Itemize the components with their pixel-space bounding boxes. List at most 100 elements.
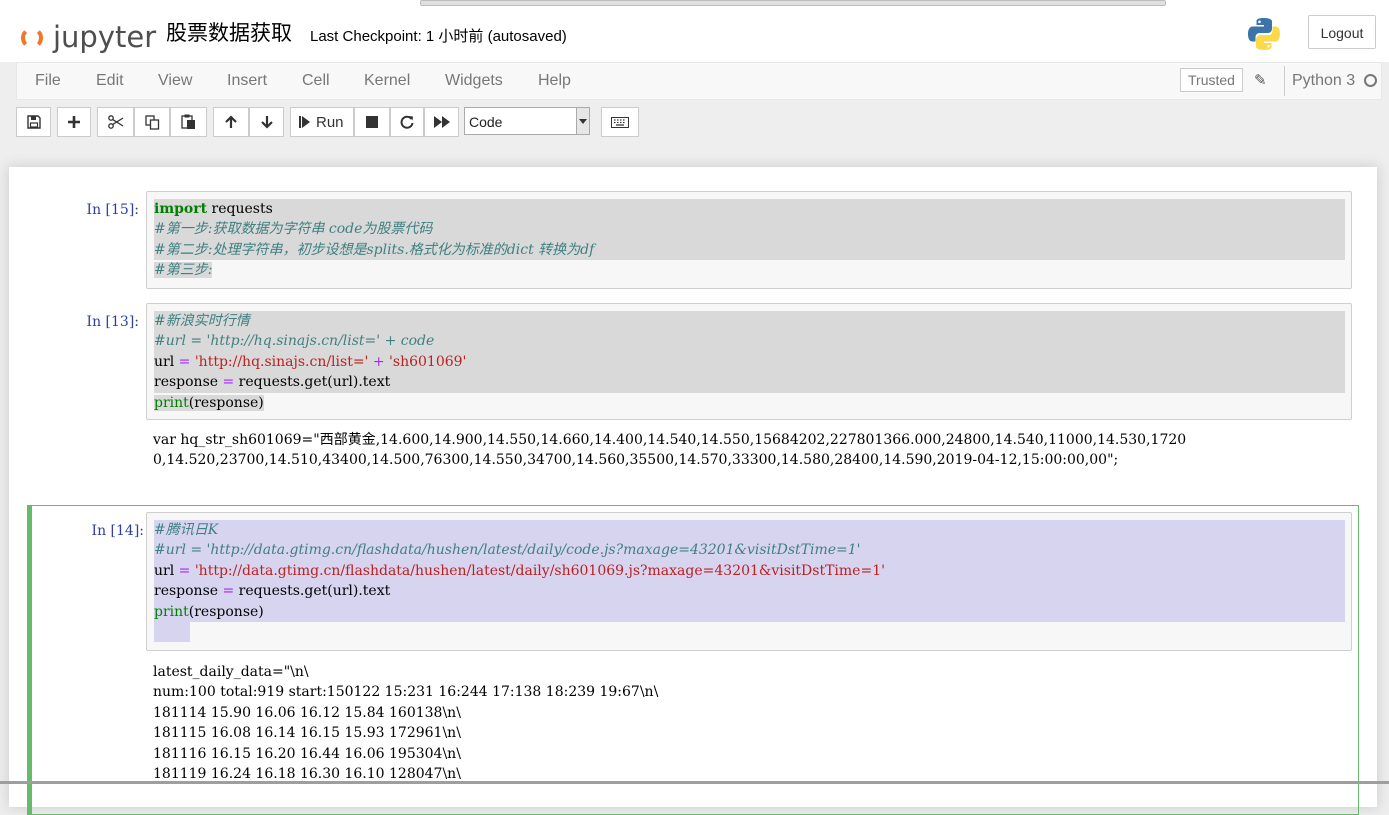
trusted-indicator[interactable]: Trusted (1180, 68, 1243, 92)
code-token: = (178, 562, 191, 579)
code-token: #url = 'http://data.gtimg.cn/flashdata/h… (154, 542, 861, 559)
code-line[interactable]: url = 'http://data.gtimg.cn/flashdata/hu… (154, 560, 1345, 582)
edit-mode-pencil-icon: ✎ (1254, 72, 1267, 89)
code-cell[interactable]: In [15]: import requests #第一步:获取数据为字符串 co… (27, 191, 1359, 289)
code-line-content: #第一步:获取数据为字符串 code为股票代码 (154, 219, 1345, 240)
code-line-content: print(response) (154, 601, 1345, 623)
move-cell-down-button[interactable] (249, 107, 284, 137)
restart-icon (400, 115, 414, 129)
code-token: url (154, 353, 179, 370)
code-line[interactable]: #新浪实时行情 (154, 311, 1345, 332)
code-line-content: #新浪实时行情 (154, 311, 1345, 332)
output-line: 0,14.520,23700,14.510,43400,14.500,76300… (153, 452, 1119, 469)
code-line-empty[interactable] (154, 622, 1345, 648)
code-token: 'sh601069' (389, 353, 467, 370)
code-token: #第二步:处理字符串，初步设想是splits.格式化为标准的dict 转换为df (154, 241, 595, 258)
logout-button[interactable]: Logout (1308, 15, 1376, 49)
code-token: print (154, 394, 189, 411)
code-token: (response) (188, 603, 264, 620)
move-cell-up-button[interactable] (213, 107, 249, 137)
cut-button[interactable] (97, 107, 134, 137)
code-line-content: #腾讯日K (154, 520, 1345, 541)
cell-code[interactable]: #腾讯日K #url = 'http://data.gtimg.cn/flashd… (154, 520, 1345, 648)
plus-icon (68, 116, 80, 128)
code-line-content: #url = 'http://hq.sinajs.cn/list=' + cod… (154, 331, 1345, 352)
code-line[interactable]: import requests (154, 199, 1345, 220)
code-line-content: #第三步: (154, 262, 213, 279)
toolbar: Run Code (0, 100, 1389, 144)
interrupt-kernel-button[interactable] (354, 107, 390, 137)
code-token: 'http://data.gtimg.cn/flashdata/hushen/l… (194, 562, 885, 579)
code-cell-selected[interactable]: In [14]: #腾讯日K #url = 'http://data.gtimg.… (27, 505, 1359, 815)
code-line[interactable]: #url = 'http://hq.sinajs.cn/list=' + cod… (154, 331, 1345, 352)
jupyter-logo[interactable]: jupyter (19, 20, 156, 60)
code-line-content: #url = 'http://data.gtimg.cn/flashdata/h… (154, 540, 1345, 561)
selected-empty-line (154, 622, 190, 643)
code-token: response (154, 374, 223, 391)
cell-input-area[interactable]: #腾讯日K #url = 'http://data.gtimg.cn/flashd… (146, 512, 1352, 651)
code-line[interactable]: url = 'http://hq.sinajs.cn/list=' + 'sh6… (154, 351, 1345, 373)
notebook-title[interactable]: 股票数据获取 (166, 17, 292, 47)
code-line-content: #第二步:处理字符串，初步设想是splits.格式化为标准的dict 转换为df (154, 239, 1345, 261)
copy-icon (144, 114, 159, 130)
cell-code[interactable]: import requests #第一步:获取数据为字符串 code为股票代码 #第… (154, 199, 1345, 281)
paste-button[interactable] (170, 107, 207, 137)
notebook-header: jupyter 股票数据获取 Last Checkpoint: 1 小时前 (a… (0, 10, 1389, 62)
cell-type-select[interactable]: Code (464, 107, 590, 135)
chevron-down-icon[interactable] (576, 108, 589, 134)
code-token: print (154, 603, 189, 620)
code-line[interactable]: response = requests.get(url).text (154, 372, 1345, 393)
insert-cell-button[interactable] (57, 107, 91, 137)
cell-input-area[interactable]: import requests #第一步:获取数据为字符串 code为股票代码 #第… (146, 191, 1352, 289)
command-palette-button[interactable] (601, 107, 639, 137)
notebook-container: In [15]: import requests #第一步:获取数据为字符串 co… (9, 167, 1377, 815)
checkpoint-status: Last Checkpoint: 1 小时前 (autosaved) (310, 28, 567, 45)
restart-run-all-button[interactable] (424, 107, 459, 137)
python-logo-icon (1248, 18, 1280, 50)
menu-file[interactable]: File (35, 72, 61, 90)
menu-cell[interactable]: Cell (302, 72, 330, 90)
jupyter-logo-icon (21, 27, 43, 49)
code-line-content: print(response) (154, 394, 264, 411)
paste-icon (181, 114, 195, 129)
run-button[interactable]: Run (290, 107, 354, 137)
code-token: url (154, 562, 179, 579)
code-line-content: response = requests.get(url).text (154, 372, 1345, 393)
arrow-down-icon (260, 116, 273, 129)
code-token: response (154, 583, 223, 600)
cell-type-value: Code (469, 114, 503, 130)
code-token: import (154, 201, 208, 217)
menu-kernel[interactable]: Kernel (364, 72, 410, 90)
code-token: #第三步: (154, 262, 213, 279)
fast-forward-icon (433, 116, 450, 128)
restart-kernel-button[interactable] (390, 107, 424, 137)
cell-input-area[interactable]: #新浪实时行情 #url = 'http://hq.sinajs.cn/list=… (146, 303, 1352, 420)
code-token: = (222, 374, 235, 391)
code-cell[interactable]: In [13]: #新浪实时行情 #url = 'http://hq.sinajs… (27, 303, 1359, 468)
code-line-content: url = 'http://hq.sinajs.cn/list=' + 'sh6… (154, 351, 1345, 373)
code-token: #第一步:获取数据为字符串 code为股票代码 (154, 221, 433, 238)
code-token: #新浪实时行情 (154, 313, 250, 329)
code-line[interactable]: #第一步:获取数据为字符串 code为股票代码 (154, 219, 1345, 240)
code-line[interactable]: #url = 'http://data.gtimg.cn/flashdata/h… (154, 540, 1345, 561)
menu-edit[interactable]: Edit (96, 72, 124, 90)
menu-widgets[interactable]: Widgets (445, 72, 503, 90)
save-button[interactable] (16, 107, 51, 137)
cell-prompt: In [15]: (86, 202, 139, 218)
code-line[interactable]: response = requests.get(url).text (154, 581, 1345, 602)
code-line[interactable]: #第二步:处理字符串，初步设想是splits.格式化为标准的dict 转换为df (154, 239, 1345, 261)
code-line[interactable]: #腾讯日K (154, 520, 1345, 541)
code-token: #url = 'http://hq.sinajs.cn/list=' + cod… (154, 333, 435, 350)
cell-prompt: In [14]: (91, 523, 144, 539)
code-line[interactable]: print(response) (154, 393, 1345, 413)
code-line[interactable]: print(response) (154, 601, 1345, 623)
scissors-icon (107, 115, 123, 129)
menu-insert[interactable]: Insert (227, 72, 267, 90)
code-token: requests.get(url).text (234, 583, 391, 600)
menu-help[interactable]: Help (538, 72, 571, 90)
copy-button[interactable] (134, 107, 170, 137)
horizontal-scrollbar[interactable] (420, 0, 1166, 6)
menu-view[interactable]: View (158, 72, 192, 90)
code-line[interactable]: #第三步: (154, 260, 1345, 280)
cell-code[interactable]: #新浪实时行情 #url = 'http://hq.sinajs.cn/list=… (154, 311, 1345, 413)
